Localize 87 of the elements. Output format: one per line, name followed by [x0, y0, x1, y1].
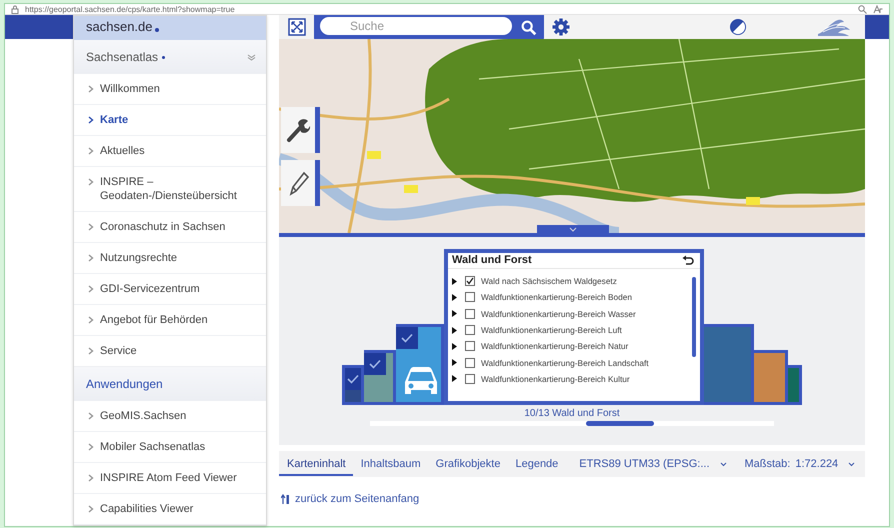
nav-item[interactable]: Aktuelles [74, 136, 266, 167]
map-drawing[interactable] [279, 39, 865, 233]
checkbox[interactable] [465, 341, 475, 352]
expand-triangle-icon[interactable] [452, 359, 457, 366]
chevron-right-icon [88, 116, 94, 124]
projection-dropdown[interactable]: ETRS89 UTM33 (EPSG:... [579, 458, 726, 470]
scrollbar-thumb[interactable] [692, 277, 696, 357]
layer-label: Waldfunktionenkartierung-Bereich Kultur [481, 374, 630, 384]
chevron-right-icon [88, 223, 94, 231]
chevron-right-icon [88, 85, 94, 93]
nav-item[interactable]: Karte [74, 105, 266, 136]
checkbox[interactable] [465, 374, 475, 384]
carousel-caption: 10/13 Wald und Forst [524, 408, 620, 419]
nav-item[interactable]: Nutzungsrechte [74, 243, 266, 274]
chevron-right-icon [88, 147, 94, 155]
tab[interactable]: Legende [507, 452, 566, 476]
chevron-right-icon [88, 285, 94, 293]
chevron-right-icon [88, 316, 94, 324]
layer-label: Waldfunktionenkartierung-Bereich Wasser [481, 308, 636, 319]
fullscreen-icon[interactable] [288, 18, 306, 36]
lock-icon [11, 4, 19, 14]
chevron-down-icon [247, 54, 256, 60]
checkbox[interactable] [465, 276, 475, 286]
expand-triangle-icon[interactable] [452, 342, 457, 350]
scale-label: Maßstab: [744, 458, 790, 470]
tab[interactable]: Karteninhalt [279, 452, 353, 476]
layer-label: Waldfunktionenkartierung-Bereich Luft [481, 325, 622, 336]
chevron-right-icon [88, 254, 94, 262]
checkbox[interactable] [465, 308, 475, 319]
checkbox[interactable] [465, 292, 475, 302]
brand-text[interactable]: sachsen.de [86, 19, 152, 34]
popup-title: Wald und Forst [452, 254, 532, 266]
nav-item[interactable]: INSPIRE – Geodaten-/Diensteübersicht [74, 167, 266, 212]
layer-label: Waldfunktionenkartierung-Bereich Boden [481, 292, 632, 302]
tab[interactable]: Grafikobjekte [428, 452, 508, 476]
wrench-icon [286, 117, 310, 143]
nav-item[interactable]: Angebot für Behörden [74, 305, 266, 336]
expand-triangle-icon[interactable] [452, 278, 457, 285]
dot-icon [162, 56, 166, 58]
chevron-right-icon [88, 505, 94, 513]
nav-item[interactable]: GDI-Servicezentrum [74, 274, 266, 305]
checkbox[interactable] [465, 358, 475, 368]
expand-triangle-icon[interactable] [452, 375, 457, 382]
search-field[interactable]: Suche [320, 17, 512, 35]
search-icon[interactable] [520, 18, 538, 38]
draw-button[interactable] [281, 160, 320, 206]
tab[interactable]: Inhaltsbaum [352, 452, 428, 476]
chevron-right-icon [88, 443, 94, 451]
layer-card[interactable] [396, 324, 444, 405]
nav-item[interactable]: GeoMIS.Sachsen [74, 401, 266, 432]
chevron-down-icon [569, 226, 577, 232]
contrast-icon[interactable] [729, 18, 747, 36]
expand-triangle-icon[interactable] [452, 326, 457, 334]
settings-icon[interactable] [552, 18, 570, 36]
expand-triangle-icon[interactable] [452, 294, 457, 301]
chevron-right-icon [88, 347, 94, 355]
nav-item[interactable]: INSPIRE Atom Feed Viewer [74, 463, 266, 494]
caret-icon [848, 462, 856, 466]
chevron-right-icon [88, 474, 94, 482]
collapse-handle[interactable] [537, 225, 609, 233]
undo-icon[interactable] [682, 255, 694, 265]
reader-icon[interactable] [873, 4, 883, 14]
layer-label: Waldfunktionenkartierung-Bereich Natur [481, 341, 628, 352]
nav-item[interactable]: Coronaschutz in Sachsen [74, 212, 266, 243]
expand-triangle-icon[interactable] [452, 310, 457, 318]
nav-item[interactable]: Willkommen [74, 74, 266, 105]
caret-icon [720, 462, 726, 466]
dot-icon [154, 28, 158, 32]
layer-label: Wald nach Sächsischem Waldgesetz [481, 276, 617, 286]
arrow-up-icon [281, 494, 290, 504]
header-band [5, 15, 73, 39]
section-header[interactable]: Anwendungen [74, 367, 266, 401]
checkbox[interactable] [465, 325, 475, 336]
url-text[interactable]: https://geoportal.sachsen.de/cps/karte.html?showmap=true [25, 4, 235, 14]
tool-button[interactable] [281, 107, 320, 153]
nav-item[interactable]: Capabilities Viewer [74, 494, 266, 525]
chevron-right-icon [88, 178, 94, 186]
back-to-top-link[interactable]: zurück zum Seitenanfang [295, 493, 420, 505]
chevron-right-icon [88, 412, 94, 420]
pencil-icon [287, 170, 309, 196]
zoom-icon[interactable] [858, 4, 867, 14]
layer-label: Waldfunktionenkartierung-Bereich Landschaft [481, 358, 649, 368]
header-band [865, 15, 889, 39]
carousel-scrollbar[interactable] [370, 421, 774, 426]
section-header[interactable]: Sachsenatlas [74, 40, 266, 74]
nav-item[interactable]: Mobiler Sachsenatlas [74, 432, 266, 463]
scale-dropdown[interactable]: 1:72.224 [795, 458, 856, 470]
